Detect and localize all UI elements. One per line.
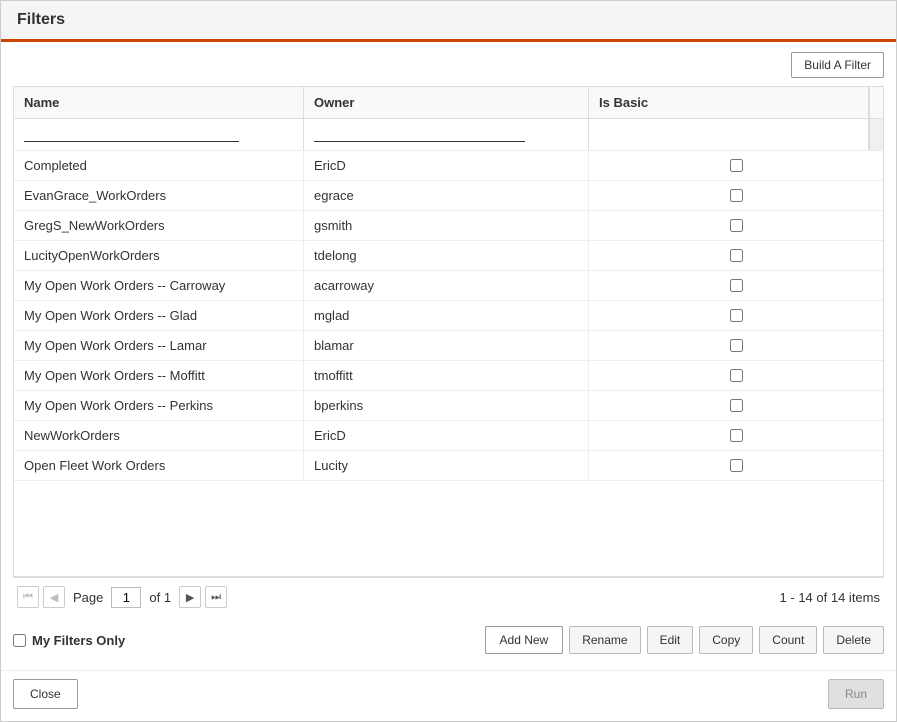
isbasic-checkbox[interactable] (730, 429, 743, 442)
build-filter-button[interactable]: Build A Filter (791, 52, 884, 78)
row-owner-cell: blamar (304, 331, 589, 360)
row-isbasic-cell (589, 421, 883, 450)
add-new-button[interactable]: Add New (485, 626, 564, 654)
scroll-placeholder (869, 119, 883, 150)
table-row[interactable]: My Open Work Orders -- Carroway acarrowa… (14, 271, 883, 301)
isbasic-checkbox[interactable] (730, 309, 743, 322)
copy-button[interactable]: Copy (699, 626, 753, 654)
isbasic-checkbox[interactable] (730, 159, 743, 172)
row-owner-cell: bperkins (304, 391, 589, 420)
dialog-title: Filters (17, 11, 880, 29)
my-filters-only-container: My Filters Only (13, 633, 125, 648)
owner-filter-cell (304, 119, 589, 150)
prev-page-button[interactable]: ◀ (43, 586, 65, 608)
filters-table: Name Owner Is Basic Completed (13, 86, 884, 577)
dialog-body: Build A Filter Name Owner Is Basic (1, 42, 896, 670)
row-isbasic-cell (589, 451, 883, 480)
rename-button[interactable]: Rename (569, 626, 640, 654)
action-row: My Filters Only Add New Rename Edit Copy… (13, 616, 884, 660)
isbasic-checkbox[interactable] (730, 219, 743, 232)
row-name-cell: NewWorkOrders (14, 421, 304, 450)
col-isbasic-header: Is Basic (589, 87, 869, 118)
col-name-header: Name (14, 87, 304, 118)
row-name-cell: My Open Work Orders -- Lamar (14, 331, 304, 360)
row-owner-cell: EricD (304, 151, 589, 180)
isbasic-checkbox[interactable] (730, 399, 743, 412)
row-owner-cell: Lucity (304, 451, 589, 480)
row-name-cell: Open Fleet Work Orders (14, 451, 304, 480)
row-isbasic-cell (589, 181, 883, 210)
isbasic-checkbox[interactable] (730, 279, 743, 292)
table-row[interactable]: Open Fleet Work Orders Lucity (14, 451, 883, 481)
name-filter-cell (14, 119, 304, 150)
dialog-footer: Close Run (1, 670, 896, 721)
owner-filter-input[interactable] (314, 123, 525, 142)
table-row[interactable]: My Open Work Orders -- Lamar blamar (14, 331, 883, 361)
run-button[interactable]: Run (828, 679, 884, 709)
filters-dialog: Filters Build A Filter Name Owner Is Bas… (0, 0, 897, 722)
row-owner-cell: tdelong (304, 241, 589, 270)
pagination-left: ⏮ ◀ Page of 1 ▶ ⏭ (17, 586, 227, 608)
isbasic-checkbox[interactable] (730, 369, 743, 382)
name-filter-input[interactable] (24, 123, 239, 142)
of-label: of 1 (149, 590, 171, 605)
table-row[interactable]: EvanGrace_WorkOrders egrace (14, 181, 883, 211)
isbasic-checkbox[interactable] (730, 249, 743, 262)
last-page-button[interactable]: ⏭ (205, 586, 227, 608)
pagination-row: ⏮ ◀ Page of 1 ▶ ⏭ 1 - 14 of 14 items (13, 577, 884, 616)
isbasic-filter-cell (589, 119, 869, 150)
row-name-cell: My Open Work Orders -- Glad (14, 301, 304, 330)
row-owner-cell: gsmith (304, 211, 589, 240)
toolbar-top: Build A Filter (13, 52, 884, 78)
row-owner-cell: acarroway (304, 271, 589, 300)
filter-inputs-row (14, 119, 883, 151)
dialog-header: Filters (1, 1, 896, 42)
isbasic-checkbox[interactable] (730, 339, 743, 352)
isbasic-checkbox[interactable] (730, 189, 743, 202)
table-row[interactable]: NewWorkOrders EricD (14, 421, 883, 451)
close-button[interactable]: Close (13, 679, 78, 709)
row-isbasic-cell (589, 211, 883, 240)
page-number-input[interactable] (111, 587, 141, 608)
row-isbasic-cell (589, 271, 883, 300)
table-header: Name Owner Is Basic (14, 87, 883, 119)
row-name-cell: EvanGrace_WorkOrders (14, 181, 304, 210)
table-row[interactable]: LucityOpenWorkOrders tdelong (14, 241, 883, 271)
page-label: Page (73, 590, 103, 605)
table-row[interactable]: Completed EricD (14, 151, 883, 181)
pagination-summary: 1 - 14 of 14 items (780, 590, 880, 605)
row-isbasic-cell (589, 151, 883, 180)
row-name-cell: LucityOpenWorkOrders (14, 241, 304, 270)
row-name-cell: My Open Work Orders -- Perkins (14, 391, 304, 420)
table-scroll-area[interactable]: Completed EricD EvanGrace_WorkOrders egr… (14, 151, 883, 576)
my-filters-checkbox[interactable] (13, 634, 26, 647)
delete-button[interactable]: Delete (823, 626, 884, 654)
next-page-button[interactable]: ▶ (179, 586, 201, 608)
my-filters-label: My Filters Only (32, 633, 125, 648)
row-name-cell: Completed (14, 151, 304, 180)
table-row[interactable]: GregS_NewWorkOrders gsmith (14, 211, 883, 241)
row-name-cell: My Open Work Orders -- Moffitt (14, 361, 304, 390)
table-row[interactable]: My Open Work Orders -- Glad mglad (14, 301, 883, 331)
row-isbasic-cell (589, 331, 883, 360)
row-owner-cell: EricD (304, 421, 589, 450)
row-name-cell: GregS_NewWorkOrders (14, 211, 304, 240)
action-buttons-group: Add New Rename Edit Copy Count Delete (485, 626, 884, 654)
table-row[interactable]: My Open Work Orders -- Moffitt tmoffitt (14, 361, 883, 391)
row-isbasic-cell (589, 241, 883, 270)
edit-button[interactable]: Edit (647, 626, 694, 654)
row-isbasic-cell (589, 391, 883, 420)
row-name-cell: My Open Work Orders -- Carroway (14, 271, 304, 300)
row-isbasic-cell (589, 301, 883, 330)
row-owner-cell: mglad (304, 301, 589, 330)
isbasic-checkbox[interactable] (730, 459, 743, 472)
count-button[interactable]: Count (759, 626, 817, 654)
row-isbasic-cell (589, 361, 883, 390)
row-owner-cell: tmoffitt (304, 361, 589, 390)
first-page-button[interactable]: ⏮ (17, 586, 39, 608)
row-owner-cell: egrace (304, 181, 589, 210)
table-row[interactable]: My Open Work Orders -- Perkins bperkins (14, 391, 883, 421)
col-owner-header: Owner (304, 87, 589, 118)
